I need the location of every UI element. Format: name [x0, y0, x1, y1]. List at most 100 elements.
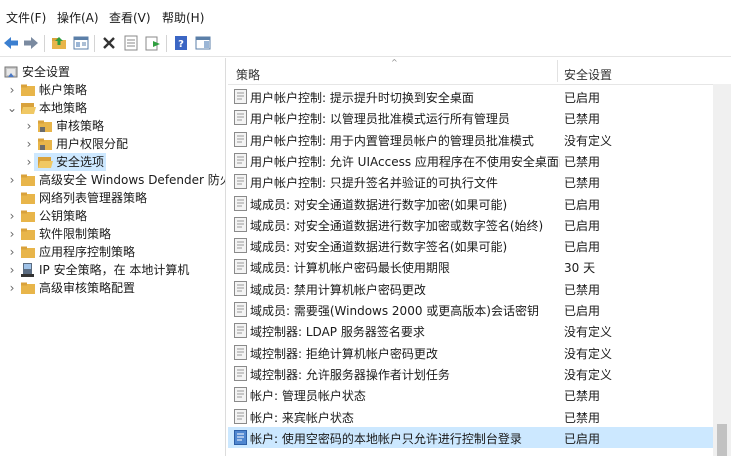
tree-item-software-restriction[interactable]: › 软件限制策略 — [0, 225, 225, 243]
column-header-policy[interactable]: 策略 — [236, 66, 260, 83]
policy-name: 域成员: 对安全通道数据进行数字加密(如果可能) — [250, 197, 508, 212]
chevron-right-icon[interactable]: › — [24, 117, 34, 135]
menu-file[interactable]: 文件(F) — [6, 10, 46, 27]
tree-item-ip-security[interactable]: › IP 安全策略，在 本地计算机 — [0, 261, 225, 279]
list-row[interactable]: 帐户: 使用空密码的本地帐户只允许进行控制台登录 已启用 — [228, 426, 714, 448]
folder-icon — [20, 208, 36, 224]
policy-name: 帐户: 管理员帐户状态 — [250, 389, 366, 404]
list-row[interactable]: 域成员: 需要强(Windows 2000 或更高版本)会话密钥 已启用 — [228, 299, 714, 320]
policy-name: 帐户: 使用空密码的本地帐户只允许进行控制台登录 — [250, 431, 522, 446]
tree-item-public-key[interactable]: › 公钥策略 — [0, 207, 225, 225]
tree-item-label: 软件限制策略 — [39, 227, 112, 241]
toolbar-separator — [94, 35, 95, 52]
tree-item-app-control[interactable]: › 应用程序控制策略 — [0, 243, 225, 261]
security-setting-value: 没有定义 — [564, 367, 613, 382]
chevron-right-icon[interactable]: › — [7, 207, 17, 225]
chevron-right-icon[interactable]: › — [7, 279, 17, 297]
list-row[interactable]: 域控制器: 拒绝计算机帐户密码更改 没有定义 — [228, 342, 714, 363]
tree-item-security-settings[interactable]: 安全设置 — [0, 63, 225, 81]
list-row[interactable]: 用户帐户控制: 用于内置管理员帐户的管理员批准模式 没有定义 — [228, 129, 714, 150]
list-row[interactable]: 帐户: 管理员帐户状态 已禁用 — [228, 384, 714, 405]
list-row[interactable]: 域成员: 对安全通道数据进行数字签名(如果可能) 已启用 — [228, 235, 714, 256]
tree-item-audit-policy[interactable]: › 审核策略 — [0, 117, 225, 135]
tree-item-label: 公钥策略 — [39, 209, 88, 223]
chevron-right-icon[interactable]: › — [7, 261, 17, 279]
policy-icon — [234, 408, 247, 424]
sort-ascending-icon: ^ — [391, 58, 398, 67]
list-row[interactable]: 域控制器: LDAP 服务器签名要求 没有定义 — [228, 320, 714, 341]
menu-action[interactable]: 操作(A) — [57, 10, 99, 27]
policy-name: 用户帐户控制: 用于内置管理员帐户的管理员批准模式 — [250, 133, 534, 148]
tree-item-user-rights[interactable]: › 用户权限分配 — [0, 135, 225, 153]
properties-icon[interactable] — [122, 34, 140, 52]
up-folder-icon[interactable] — [50, 34, 68, 52]
security-setting-value: 已启用 — [564, 304, 601, 318]
list-row[interactable]: 帐户: 来宾帐户状态 已禁用 — [228, 406, 714, 427]
tree-item-account-policies[interactable]: › 帐户策略 — [0, 81, 225, 99]
policy-icon — [234, 387, 247, 403]
export-list-icon[interactable] — [144, 34, 162, 52]
delete-icon[interactable] — [100, 34, 118, 52]
vertical-scrollbar[interactable] — [713, 84, 731, 456]
list-row[interactable]: 域成员: 计算机帐户密码最长使用期限 30 天 — [228, 256, 714, 277]
list-row[interactable]: 用户帐户控制: 以管理员批准模式运行所有管理员 已禁用 — [228, 107, 714, 128]
folder-icon — [20, 226, 36, 242]
policy-name: 域成员: 对安全通道数据进行数字签名(如果可能) — [250, 240, 508, 255]
back-arrow-icon[interactable] — [2, 34, 20, 52]
menu-help[interactable]: 帮助(H) — [162, 10, 204, 27]
security-setting-value: 已禁用 — [564, 389, 601, 404]
scrollbar-thumb[interactable] — [717, 424, 727, 456]
console-tree-icon[interactable] — [72, 34, 90, 52]
tree-item-label: 安全选项 — [56, 155, 105, 169]
policy-icon — [234, 280, 247, 296]
security-setting-value: 没有定义 — [564, 133, 613, 148]
tree-item-security-options[interactable]: › 安全选项 — [27, 153, 106, 171]
security-setting-value: 30 天 — [564, 261, 596, 276]
list-row[interactable]: 域控制器: 允许服务器操作者计划任务 没有定义 — [228, 363, 714, 384]
tree-item-advanced-audit[interactable]: › 高级审核策略配置 — [0, 279, 225, 297]
chevron-right-icon[interactable]: › — [24, 135, 34, 153]
help-icon[interactable]: ? — [172, 34, 190, 52]
policy-icon — [234, 429, 247, 445]
console-tree: 安全设置 › 帐户策略 ⌄ 本地策略 › 审核策略 › 用户权限分配 › 安全选 — [0, 58, 226, 456]
list-row[interactable]: 域成员: 禁用计算机帐户密码更改 已禁用 — [228, 278, 714, 299]
chevron-right-icon[interactable]: › — [24, 153, 34, 171]
tree-item-label: 应用程序控制策略 — [39, 245, 136, 259]
list-header: ^ 策略 安全设置 — [228, 58, 731, 85]
chevron-right-icon[interactable]: › — [7, 243, 17, 261]
policy-icon — [234, 152, 247, 168]
chevron-right-icon[interactable]: › — [7, 81, 17, 99]
tree-item-label: 高级安全 Windows Defender 防火墙 — [39, 173, 226, 187]
menu-view[interactable]: 查看(V) — [109, 10, 151, 27]
tree-item-label: 帐户策略 — [39, 83, 88, 97]
list-row[interactable]: 用户帐户控制: 只提升签名并验证的可执行文件 已禁用 — [228, 171, 714, 192]
list-row[interactable]: 域成员: 对安全通道数据进行数字加密或数字签名(始终) 已启用 — [228, 214, 714, 235]
policy-name: 域成员: 计算机帐户密码最长使用期限 — [250, 261, 450, 276]
svg-text:?: ? — [178, 39, 184, 50]
policy-icon — [234, 344, 247, 360]
security-settings-icon — [3, 64, 19, 80]
policy-icon — [234, 195, 247, 211]
policy-name: 域控制器: 允许服务器操作者计划任务 — [250, 367, 450, 382]
column-header-setting[interactable]: 安全设置 — [564, 66, 612, 83]
tree-item-network-list[interactable]: 网络列表管理器策略 — [0, 189, 225, 207]
list-row[interactable]: 用户帐户控制: 允许 UIAccess 应用程序在不使用安全桌面的... 已禁用 — [228, 150, 714, 171]
security-setting-value: 已禁用 — [564, 112, 601, 127]
folder-icon — [20, 82, 36, 98]
list-row[interactable]: 域成员: 对安全通道数据进行数字加密(如果可能) 已启用 — [228, 193, 714, 214]
security-setting-value: 已启用 — [564, 218, 601, 233]
security-setting-value: 已启用 — [564, 240, 601, 255]
column-divider[interactable] — [557, 60, 558, 82]
toolbar-separator — [166, 35, 167, 52]
chevron-down-icon[interactable]: ⌄ — [7, 99, 17, 117]
forward-arrow-icon[interactable] — [22, 34, 40, 52]
security-setting-value: 没有定义 — [564, 325, 613, 340]
show-hide-icon[interactable] — [194, 34, 212, 52]
tree-item-defender-firewall[interactable]: › 高级安全 Windows Defender 防火墙 — [0, 171, 225, 189]
chevron-right-icon[interactable]: › — [7, 225, 17, 243]
chevron-right-icon[interactable]: › — [7, 171, 17, 189]
policy-icon — [234, 110, 247, 126]
tree-item-local-policies[interactable]: ⌄ 本地策略 — [0, 99, 225, 117]
policy-icon — [234, 131, 247, 147]
list-row[interactable]: 用户帐户控制: 提示提升时切换到安全桌面 已启用 — [228, 86, 714, 107]
